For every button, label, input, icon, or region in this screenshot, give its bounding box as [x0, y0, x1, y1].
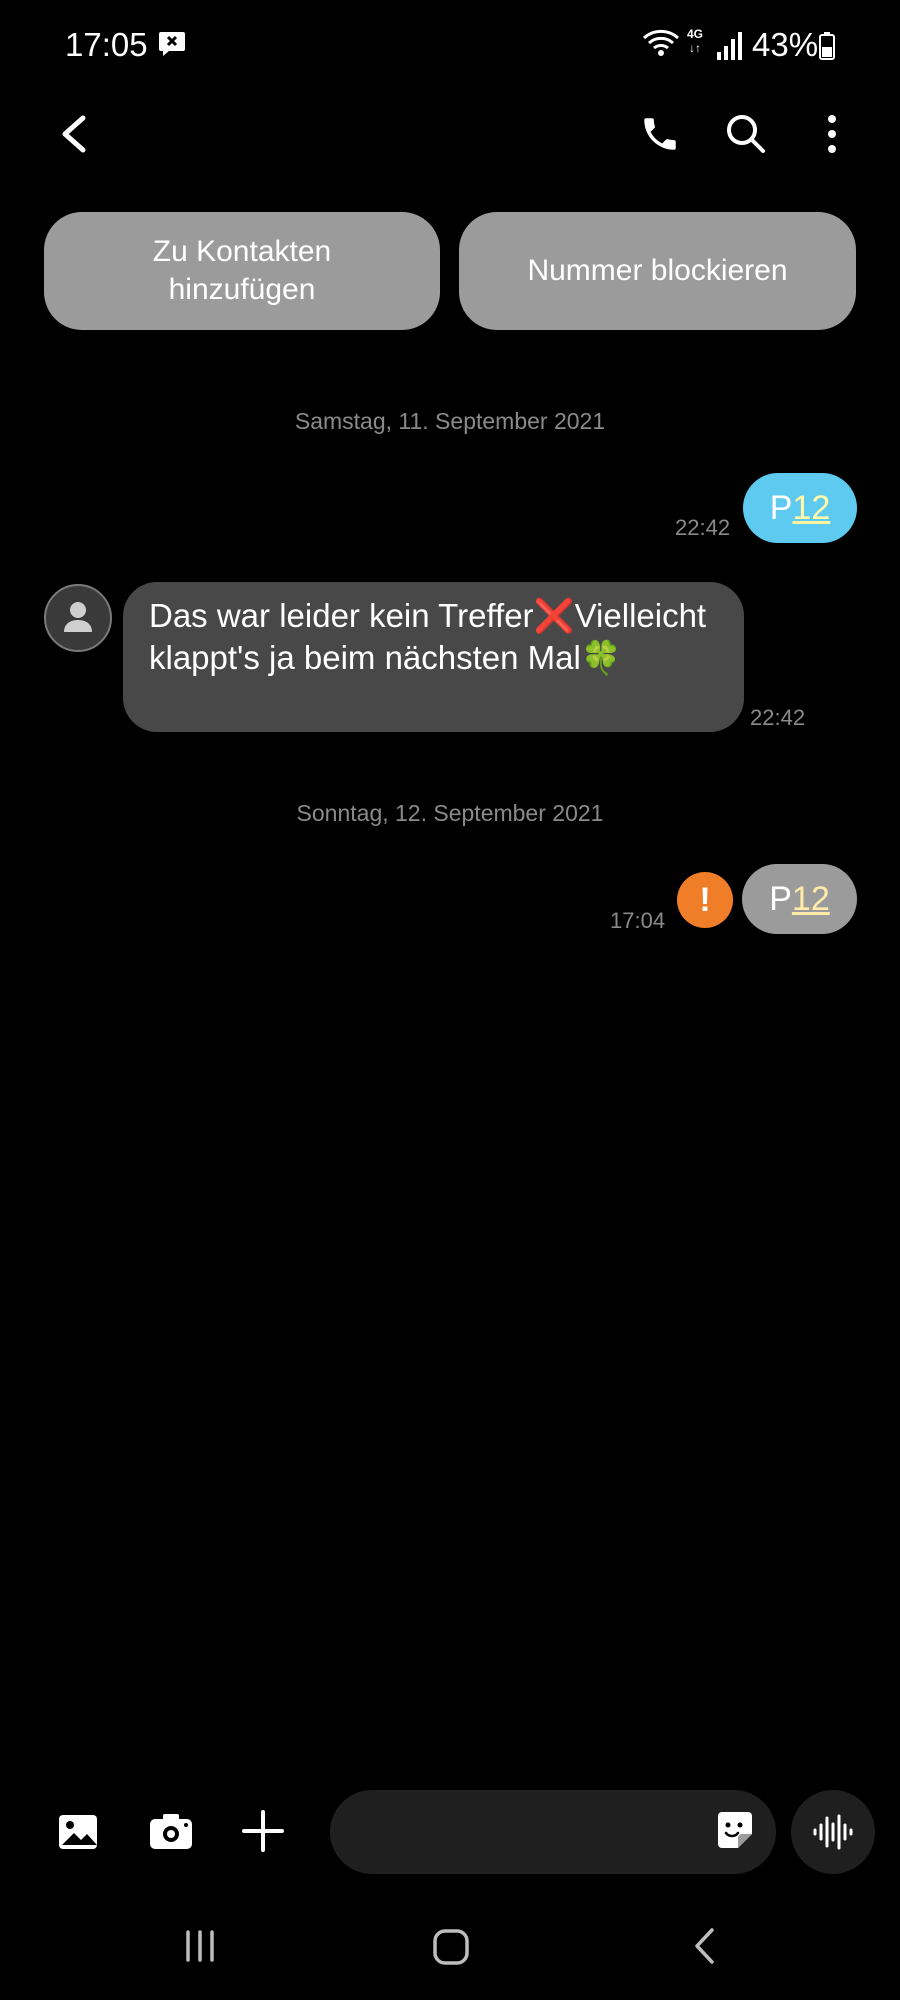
message-timestamp: 22:42 — [675, 515, 731, 540]
voice-record-button[interactable] — [791, 1790, 875, 1874]
plus-icon — [242, 1810, 284, 1852]
recents-icon — [186, 1930, 214, 1962]
gallery-button[interactable] — [56, 1810, 100, 1854]
message-text: P — [769, 879, 792, 918]
phone-icon — [644, 118, 676, 150]
4g-icon: 4G ↓↑ — [684, 28, 706, 62]
more-options-button[interactable] — [804, 106, 860, 162]
more-vertical-icon — [828, 115, 836, 153]
send-failed-icon[interactable]: ! — [677, 872, 733, 928]
wifi-icon — [642, 29, 680, 56]
outgoing-message-bubble[interactable]: P 12 — [743, 473, 857, 543]
incoming-message-bubble[interactable]: Das war leider kein Treffer❌Vielleicht k… — [123, 582, 744, 732]
message-number-link[interactable]: 12 — [792, 489, 830, 528]
home-button[interactable] — [430, 1926, 472, 1968]
status-time: 17:05 — [65, 26, 148, 63]
message-text: Das war leider kein Treffer❌Vielleicht k… — [149, 597, 707, 676]
message-blocked-icon — [159, 32, 185, 56]
add-attachment-button[interactable] — [240, 1808, 286, 1854]
sticker-button[interactable] — [714, 1810, 756, 1852]
search-icon — [727, 115, 765, 153]
date-separator: Sonntag, 12. September 2021 — [296, 800, 604, 826]
gallery-icon — [59, 1815, 97, 1849]
message-text: P — [769, 488, 793, 527]
back-chevron-icon — [695, 1928, 714, 1964]
message-input[interactable] — [330, 1790, 776, 1874]
recent-apps-button[interactable] — [180, 1926, 220, 1966]
date-separator: Samstag, 11. September 2021 — [294, 408, 606, 434]
error-symbol: ! — [699, 880, 711, 919]
camera-button[interactable] — [148, 1810, 194, 1854]
call-button[interactable] — [632, 106, 688, 162]
back-button[interactable] — [46, 106, 102, 162]
camera-icon — [150, 1814, 192, 1849]
battery-percent: 43% — [752, 26, 819, 63]
contact-avatar[interactable] — [44, 584, 112, 652]
block-number-button[interactable]: Nummer blockieren — [459, 212, 856, 330]
home-icon — [433, 1929, 469, 1965]
voice-waveform-icon — [813, 1814, 853, 1850]
back-arrow-icon — [62, 115, 86, 153]
person-icon — [64, 602, 92, 632]
search-button[interactable] — [718, 106, 774, 162]
battery-icon — [819, 32, 835, 60]
signal-icon — [717, 32, 742, 60]
add-to-contacts-label: Zu Kontakten hinzufügen — [152, 235, 332, 306]
add-to-contacts-button[interactable]: Zu Kontakten hinzufügen — [44, 212, 440, 330]
nav-back-button[interactable] — [684, 1926, 724, 1966]
failed-outgoing-message-bubble[interactable]: P 12 — [742, 864, 857, 934]
message-timestamp: 22:42 — [750, 705, 806, 730]
network-type-label: 4G — [686, 27, 703, 41]
message-number-link[interactable]: 12 — [792, 880, 830, 919]
message-timestamp: 17:04 — [610, 908, 666, 933]
block-number-label: Nummer blockieren — [527, 254, 788, 287]
sticker-icon — [718, 1812, 752, 1848]
